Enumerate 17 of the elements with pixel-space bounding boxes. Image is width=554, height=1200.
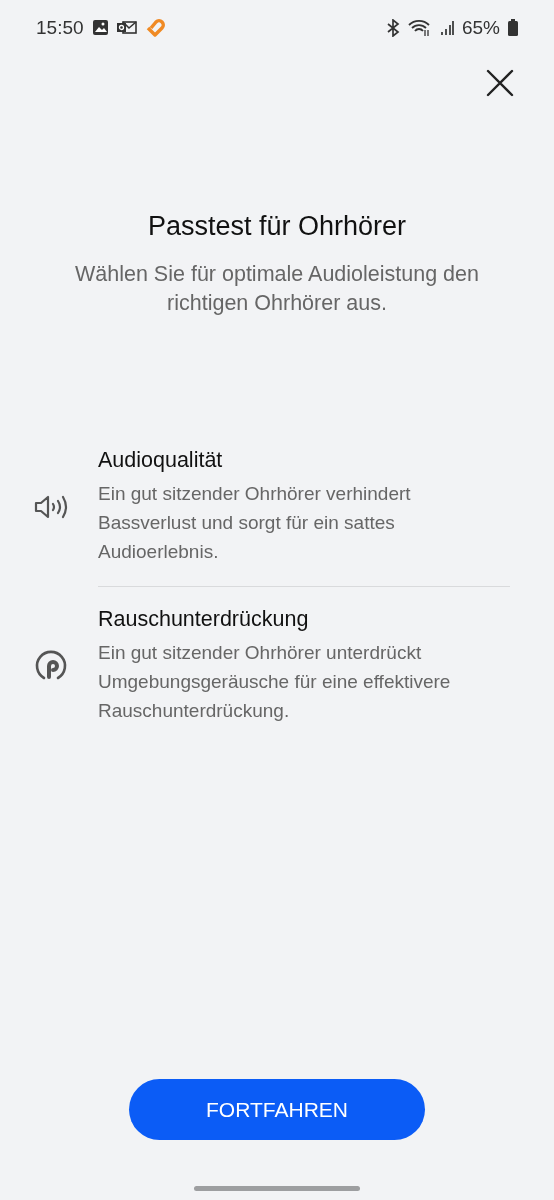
speaker-icon (34, 494, 70, 520)
bluetooth-icon (385, 18, 400, 37)
battery-percent: 65% (461, 16, 500, 39)
wifi-icon (407, 18, 432, 37)
signal-icon (439, 19, 454, 36)
mail-icon (116, 20, 137, 35)
feature-title: Audioqualität (98, 448, 224, 473)
feature-description: Ein gut sitzender Ohrhörer unterdrückt Umgebungsgeräusche für eine effektivere Rauschunterdrückung. (98, 641, 452, 723)
page-title: Passtest für Ohrhörer (146, 211, 408, 242)
continue-button[interactable]: FORTFAHREN (129, 1079, 425, 1140)
close-button[interactable] (484, 67, 516, 99)
image-icon (91, 19, 109, 36)
feature-title: Rauschunterdrückung (98, 607, 310, 632)
feature-description: Ein gut sitzender Ohrhörer verhindert Bassverlust und sorgt für ein sattes Audioerlebnis. (98, 482, 412, 564)
page-subtitle: Wählen Sie für optimale Audioleistung den richtigen Ohrhörer aus. (74, 261, 480, 317)
status-time: 15:50 (36, 16, 84, 39)
battery-icon (508, 19, 518, 36)
